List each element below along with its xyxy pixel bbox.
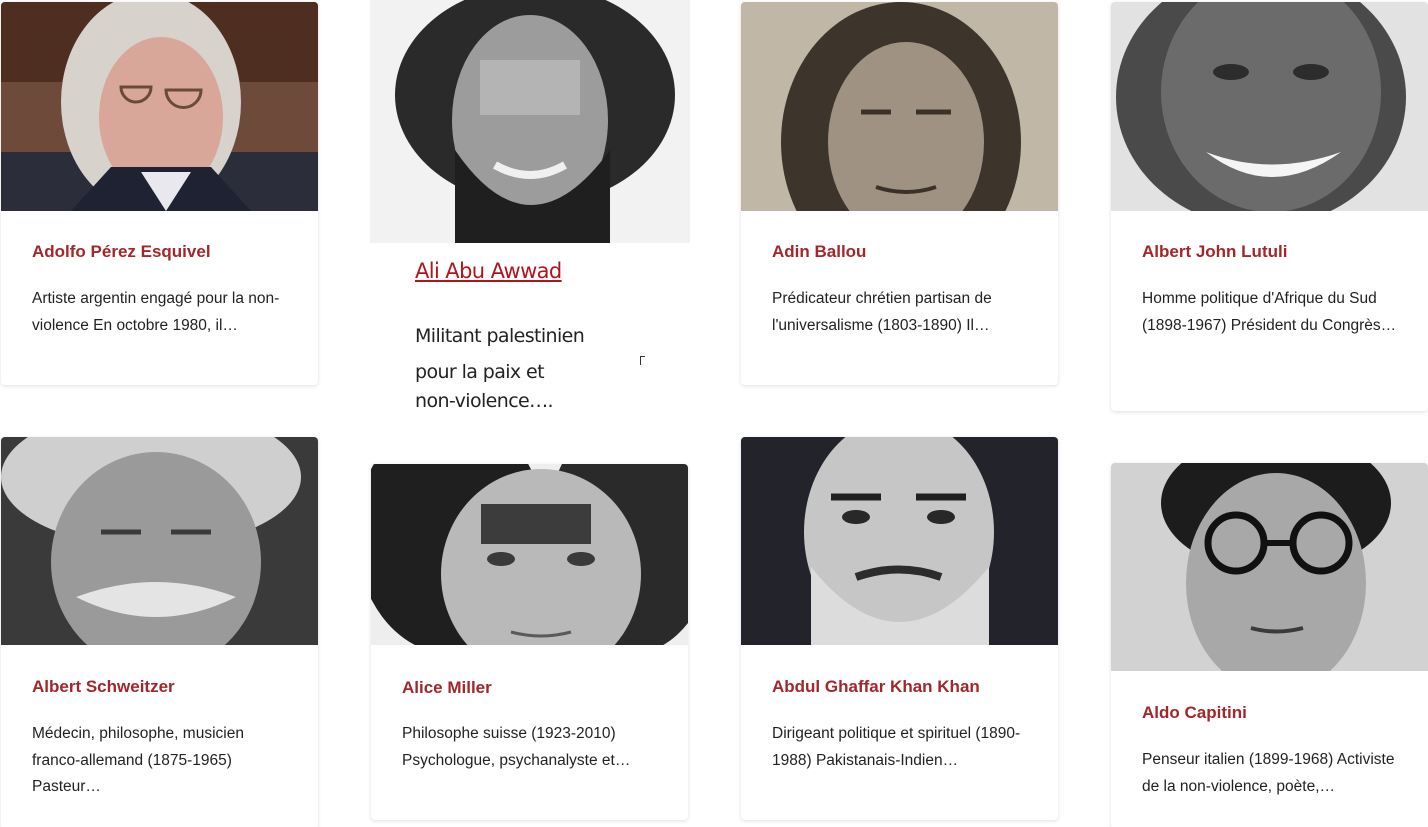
person-card[interactable]: Adolfo Pérez Esquivel Artiste argentin e… <box>1 2 318 385</box>
portrait-photo[interactable] <box>1 437 318 645</box>
portrait-photo[interactable] <box>1111 2 1428 211</box>
person-description: Philosophe suisse (1923-2010) Psychologu… <box>402 725 631 769</box>
portrait-photo[interactable] <box>1111 463 1428 671</box>
person-name-link[interactable]: Adolfo Pérez Esquivel <box>32 242 211 262</box>
person-description: Prédicateur chrétien partisan de l'unive… <box>772 290 992 334</box>
portrait-photo[interactable] <box>741 437 1058 645</box>
person-name-link[interactable]: Aldo Capitini <box>1142 703 1247 723</box>
person-card[interactable]: Abdul Ghaffar Khan Khan Dirigeant politi… <box>741 437 1058 820</box>
portrait-photo[interactable] <box>1 2 318 211</box>
person-card[interactable]: Adin Ballou Prédicateur chrétien partisa… <box>741 2 1058 385</box>
person-card[interactable]: Aldo Capitini Penseur italien (1899-1968… <box>1111 463 1428 827</box>
person-description: Artiste argentin engagé pour la non-viol… <box>32 290 280 334</box>
person-name-link[interactable]: Adin Ballou <box>772 242 866 262</box>
person-name-link[interactable]: Albert John Lutuli <box>1142 242 1287 262</box>
person-description: Penseur italien (1899-1968) Activiste de… <box>1142 751 1395 795</box>
person-card[interactable]: Albert Schweitzer Médecin, philosophe, m… <box>1 437 318 827</box>
portrait-photo[interactable] <box>370 0 690 243</box>
cursor-icon <box>640 356 645 365</box>
portrait-photo[interactable] <box>741 2 1058 211</box>
portrait-photo[interactable] <box>371 464 688 645</box>
person-card[interactable]: Alice Miller Philosophe suisse (1923-201… <box>371 464 688 820</box>
person-description: Médecin, philosophe, musicien franco-all… <box>32 725 244 795</box>
people-grid: Adolfo Pérez Esquivel Artiste argentin e… <box>0 0 1428 827</box>
person-card-hovered[interactable]: Ali Abu Awwad Militant palestinien pour … <box>370 0 690 382</box>
person-name-link[interactable]: Albert Schweitzer <box>32 677 175 697</box>
person-description: Dirigeant politique et spirituel (1890-1… <box>772 725 1021 769</box>
person-description: Homme politique d'Afrique du Sud (1898-1… <box>1142 290 1397 334</box>
person-description: Militant palestinien pour la paix et par… <box>415 325 585 382</box>
person-name-link[interactable]: Abdul Ghaffar Khan Khan <box>772 677 980 697</box>
person-card[interactable]: Albert John Lutuli Homme politique d'Afr… <box>1111 2 1428 411</box>
person-name-link[interactable]: Ali Abu Awwad <box>415 259 562 283</box>
person-name-link[interactable]: Alice Miller <box>402 678 492 698</box>
hover-overflow-text: non-violence…. <box>415 390 554 412</box>
